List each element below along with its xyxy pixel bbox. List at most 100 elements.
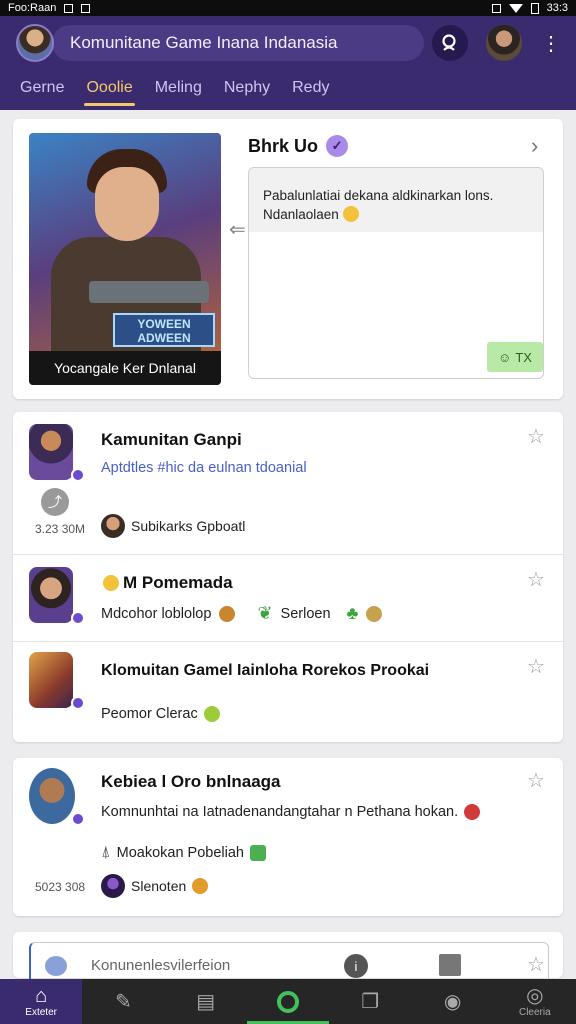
ring-icon xyxy=(276,990,299,1013)
tab-gerne[interactable]: Gerne xyxy=(20,74,64,106)
wifi-icon xyxy=(508,3,523,13)
community-description: Peomor Clerac xyxy=(101,706,198,722)
chevron-right-icon[interactable]: › xyxy=(531,133,538,159)
tab-ooolie[interactable]: Ooolie xyxy=(84,74,135,106)
pin-icon: ⍋ xyxy=(101,844,111,861)
post-card[interactable]: Kebiea l Oro bnlnaaga Komnunhtai na Iatn… xyxy=(13,758,563,916)
emoji-icon xyxy=(464,804,481,820)
clover-icon: ♣ xyxy=(346,603,359,623)
community-avatar xyxy=(29,424,73,480)
share-button[interactable]: ⤴ xyxy=(41,488,69,516)
status-clock: 33:3 xyxy=(546,2,568,14)
community-avatar xyxy=(29,567,73,623)
tab-bar: Gerne Ooolie Meling Nephy Redy xyxy=(0,74,576,106)
nav-write[interactable]: ✎ xyxy=(82,979,164,1024)
post-avatar xyxy=(29,768,75,824)
tab-nephy[interactable]: Nephy xyxy=(224,74,270,106)
star-icon[interactable]: ☆ xyxy=(527,567,545,592)
battery-icon xyxy=(530,2,539,14)
author-name: Subikarks Gpboatl xyxy=(131,518,246,534)
profile-icon: ◉ xyxy=(443,990,462,1013)
post-date: 5023 308 xyxy=(35,880,86,894)
user-avatar[interactable] xyxy=(486,25,522,61)
home-icon: ⌂ xyxy=(35,985,48,1007)
leaf-icon: ❦ xyxy=(257,603,273,623)
list-item[interactable]: ⤴ Kamunitan Ganpi Aptdtles #hic da eulna… xyxy=(13,412,563,554)
heart-icon[interactable] xyxy=(45,956,67,976)
emoji-icon xyxy=(219,605,236,622)
reaction-badge[interactable]: ☺ TX xyxy=(487,342,543,372)
community-name: Kamunitan Ganpi xyxy=(101,430,242,449)
community-title-bar[interactable]: Komunitane Game Inana Indanasia xyxy=(52,25,424,61)
tab-redy[interactable]: Redy xyxy=(292,74,329,106)
poster-caption: Yocangale Ker Dnlanal xyxy=(29,351,221,385)
star-icon[interactable]: ☆ xyxy=(527,952,545,977)
community-name: M Pomemada xyxy=(123,573,233,592)
star-icon[interactable]: ☆ xyxy=(527,768,545,793)
post-tag: Moakokan Pobeliah xyxy=(116,845,244,861)
message-preview[interactable]: Pabalunlatiai dekana aldkinarkan lons. N… xyxy=(248,167,544,379)
nav-stack[interactable]: ❐ xyxy=(329,979,411,1024)
community-tags[interactable]: Aptdtles #hic da eulnan tdoanial xyxy=(101,460,307,476)
arrow-left-icon: ⇐ xyxy=(229,219,246,241)
status-bar: Foo:Raan 33:3 xyxy=(0,0,576,16)
stack-icon: ❐ xyxy=(361,990,380,1013)
more-vertical-icon: ⋮ xyxy=(541,32,561,55)
share-icon: ⤴ xyxy=(48,494,62,510)
notification-icon xyxy=(64,3,74,13)
list-item[interactable]: M Pomemada Mdcohor loblolop ❦ Serloen ♣ … xyxy=(13,555,563,641)
community-title: Komunitane Game Inana Indanasia xyxy=(70,33,338,52)
emoji-icon xyxy=(103,575,119,591)
flag-icon[interactable] xyxy=(439,954,461,976)
tab-meling[interactable]: Meling xyxy=(155,74,202,106)
nav-profile[interactable]: ◉ xyxy=(411,979,493,1024)
verified-icon xyxy=(71,468,85,482)
bottom-navigation: ⌂ Exteter ✎ ▤ ❐ ◉ ◎ Cleeria xyxy=(0,979,576,1024)
author-avatar xyxy=(101,514,125,538)
emoji-icon xyxy=(342,206,359,222)
message-text: Pabalunlatiai dekana aldkinarkan lons. N… xyxy=(263,188,494,222)
community-avatar[interactable] xyxy=(16,24,54,62)
game-poster-image[interactable]: YOWEEN ADWEEN Yocangale Ker Dnlanal xyxy=(29,133,221,385)
search-icon xyxy=(442,34,456,51)
author-avatar xyxy=(101,874,125,898)
star-icon[interactable]: ☆ xyxy=(527,424,545,449)
status-time: Foo:Raan xyxy=(8,2,57,14)
featured-card[interactable]: YOWEEN ADWEEN Yocangale Ker Dnlanal ⇐ Bh… xyxy=(13,119,563,399)
post-title: Kebiea l Oro bnlnaaga xyxy=(101,772,281,791)
verified-icon xyxy=(71,696,85,710)
settings-icon: ◎ xyxy=(526,985,544,1007)
post-body: Komnunhtai na Iatnadenandangtahar n Peth… xyxy=(101,804,459,820)
verified-icon xyxy=(71,812,85,826)
document-icon: ▤ xyxy=(196,990,216,1013)
app-header: Komunitane Game Inana Indanasia ⋮ Gerne … xyxy=(0,16,576,110)
emoji-icon xyxy=(366,605,383,622)
verified-check-icon: ✓ xyxy=(326,135,349,157)
nav-settings[interactable]: ◎ Cleeria xyxy=(494,979,576,1024)
nav-documents[interactable]: ▤ xyxy=(165,979,247,1024)
smile-icon: ☺ xyxy=(498,349,512,365)
star-icon[interactable]: ☆ xyxy=(527,654,545,679)
list-item[interactable]: Klomuitan Gamel Iainloha Rorekos Prookai… xyxy=(13,642,563,742)
verified-icon xyxy=(71,611,85,625)
search-button[interactable] xyxy=(432,25,468,61)
community-description: Mdcohor loblolop xyxy=(101,605,212,622)
composer-card: Konunenlesvilerfeion i ☆ xyxy=(13,932,563,988)
author-name: Slenoten xyxy=(131,878,187,894)
emoji-icon xyxy=(249,845,266,861)
pencil-icon: ✎ xyxy=(115,990,132,1013)
nav-home[interactable]: ⌂ Exteter xyxy=(0,979,83,1024)
info-icon[interactable]: i xyxy=(344,954,368,978)
poster-logo: YOWEEN ADWEEN xyxy=(113,313,215,347)
notification-icon xyxy=(81,3,91,13)
community-avatar xyxy=(29,652,73,708)
emoji-icon xyxy=(203,706,220,722)
emoji-icon xyxy=(192,878,209,894)
signal-icon xyxy=(491,3,501,13)
community-name: Klomuitan Gamel Iainloha Rorekos Prookai xyxy=(101,662,430,679)
nav-live[interactable] xyxy=(246,979,330,1024)
featured-title: Bhrk Uo ✓ xyxy=(248,135,349,157)
more-menu-button[interactable]: ⋮ xyxy=(536,25,566,61)
community-list-card: ⤴ Kamunitan Ganpi Aptdtles #hic da eulna… xyxy=(13,412,563,742)
post-date: 3.23 30M xyxy=(35,522,86,536)
